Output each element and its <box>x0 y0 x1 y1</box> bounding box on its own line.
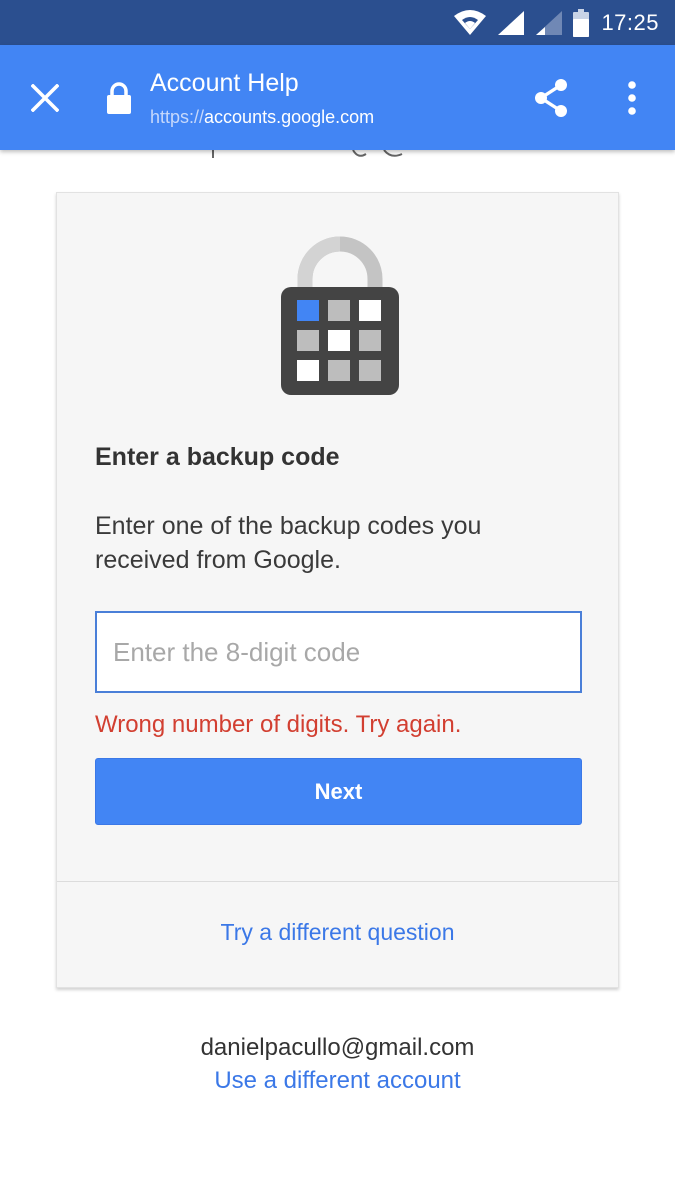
clock: 17:25 <box>601 10 659 35</box>
error-message: Wrong number of digits. Try again. <box>95 711 462 738</box>
backup-code-card: Enter a backup code Enter one of the bac… <box>56 192 619 988</box>
lock-icon <box>107 82 131 114</box>
try-different-question-link[interactable]: Try a different question <box>57 919 618 946</box>
page-title: Account Help <box>150 69 299 97</box>
more-options-button[interactable] <box>610 75 654 121</box>
backup-code-lock-icon <box>281 236 399 395</box>
wifi-icon <box>454 10 487 35</box>
scrolled-logo-sliver <box>212 150 403 158</box>
more-vert-icon <box>628 81 636 115</box>
signal-icon <box>498 11 525 35</box>
share-icon <box>535 79 567 117</box>
card-divider <box>57 881 618 882</box>
url-scheme: https:// <box>150 107 205 127</box>
account-email: danielpacullo@gmail.com <box>200 1034 475 1061</box>
signal-weak-icon <box>536 11 563 35</box>
url-host: accounts.google.com <box>204 107 375 127</box>
status-bar: 17:25 <box>0 0 675 45</box>
card-description: Enter one of the backup codes you receiv… <box>95 512 482 574</box>
next-button[interactable]: Next <box>95 758 582 825</box>
share-button[interactable] <box>528 75 574 121</box>
page-url: https://accounts.google.com <box>150 107 374 128</box>
card-heading: Enter a backup code <box>95 443 340 471</box>
use-different-account-link[interactable]: Use a different account <box>0 1067 675 1095</box>
close-button[interactable] <box>22 75 68 121</box>
backup-code-input[interactable] <box>95 611 582 693</box>
close-icon <box>31 84 59 112</box>
custom-tab-toolbar: Account Help https://accounts.google.com <box>0 45 675 150</box>
battery-icon <box>573 9 590 37</box>
